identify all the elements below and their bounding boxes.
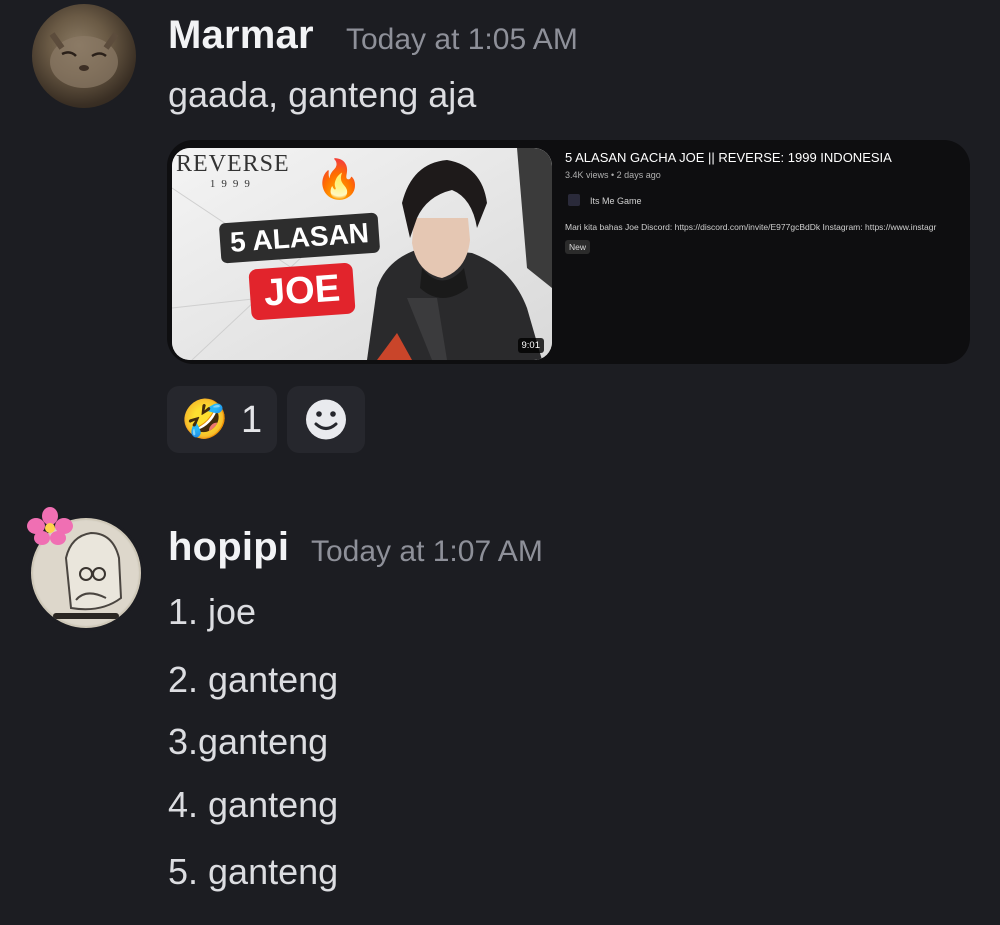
add-reaction-icon bbox=[306, 399, 346, 440]
timestamp: Today at 1:07 AM bbox=[311, 535, 543, 568]
joe-banner: JOE bbox=[248, 262, 356, 321]
video-meta: 3.4K views • 2 days ago bbox=[565, 170, 661, 180]
avatar[interactable] bbox=[32, 4, 136, 108]
username[interactable]: Marmar bbox=[168, 13, 314, 58]
new-badge: New bbox=[565, 240, 591, 254]
fire-icon: 🔥 bbox=[315, 159, 363, 201]
list-item: 3.ganteng bbox=[168, 721, 329, 762]
list-item: 5. ganteng bbox=[168, 851, 339, 892]
cat-avatar-icon bbox=[49, 32, 119, 88]
add-reaction-button[interactable] bbox=[287, 386, 365, 453]
channel-icon bbox=[568, 194, 580, 206]
channel-name[interactable]: Its Me Game bbox=[590, 196, 642, 206]
timestamp: Today at 1:05 AM bbox=[346, 23, 578, 56]
video-embed[interactable]: REVERSE 1999 🔥 5 ALASAN JOE 9:01 5 ALASA… bbox=[167, 140, 970, 364]
list-item: 4. ganteng bbox=[168, 784, 339, 825]
message-text: gaada, ganteng aja bbox=[168, 74, 477, 115]
flower-icon bbox=[26, 506, 74, 546]
reverse-logo: REVERSE 1999 bbox=[176, 151, 290, 190]
reaction-rofl[interactable]: 🤣 1 bbox=[167, 386, 277, 453]
reaction-count: 1 bbox=[241, 399, 263, 441]
username[interactable]: hopipi bbox=[168, 525, 289, 570]
list-item: 2. ganteng bbox=[168, 659, 339, 700]
video-description: Mari kita bahas Joe Discord: https://dis… bbox=[565, 222, 937, 232]
video-thumbnail[interactable]: REVERSE 1999 🔥 5 ALASAN JOE 9:01 bbox=[172, 148, 552, 360]
rofl-emoji-icon: 🤣 bbox=[181, 399, 229, 441]
video-title[interactable]: 5 ALASAN GACHA JOE || REVERSE: 1999 INDO… bbox=[565, 150, 892, 165]
list-item: 1. joe bbox=[168, 591, 257, 632]
video-duration: 9:01 bbox=[517, 338, 544, 353]
